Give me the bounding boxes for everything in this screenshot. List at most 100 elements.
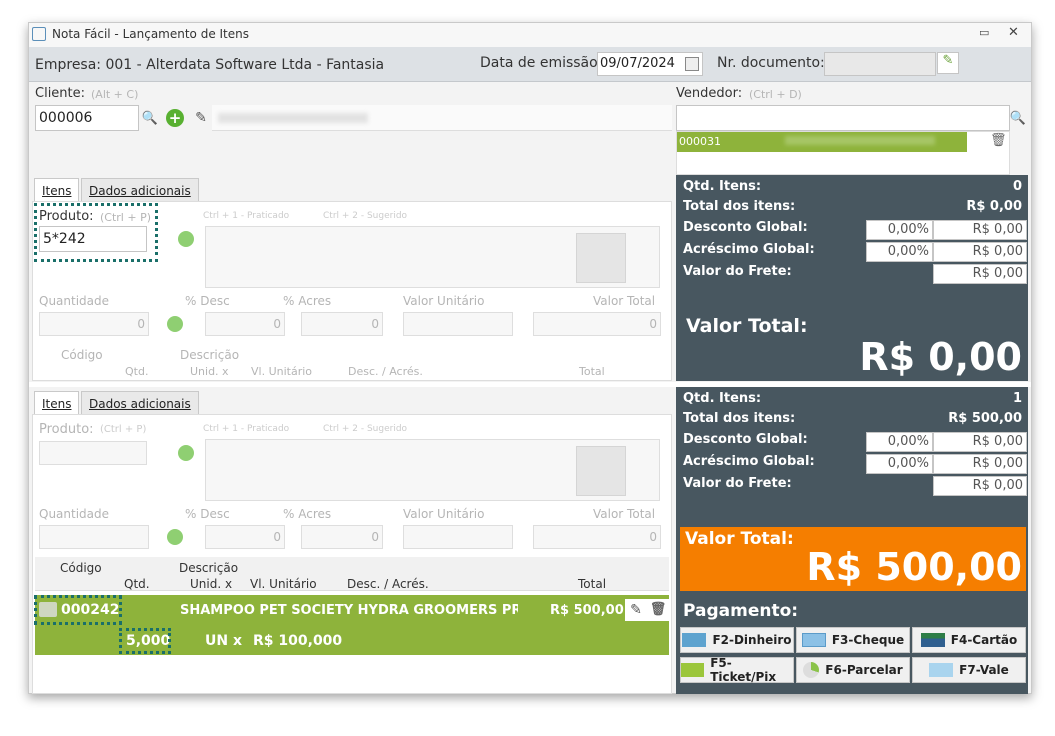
- client-label: Cliente:: [35, 86, 86, 101]
- surcharge-field-2[interactable]: 0: [301, 525, 383, 549]
- add-product-icon-2[interactable]: [178, 445, 194, 461]
- seller-code: 000031: [679, 135, 721, 148]
- emission-date-label: Data de emissão:: [480, 55, 603, 71]
- ticket-icon: [681, 663, 705, 677]
- global-surcharge-value-2[interactable]: R$ 0,00: [933, 454, 1027, 474]
- installments-icon: [803, 662, 820, 678]
- global-surcharge-value[interactable]: R$ 0,00: [933, 242, 1027, 262]
- client-shortcut: (Alt + C): [91, 88, 139, 101]
- total-value-field: 0: [533, 312, 661, 336]
- tab-itens[interactable]: Itens: [34, 178, 80, 203]
- seller-list: 000031 🗑: [676, 131, 1010, 175]
- global-surcharge-percent[interactable]: 0,00%: [866, 242, 933, 262]
- item-unit: UN x: [205, 633, 242, 649]
- discount-label: % Desc: [185, 294, 230, 308]
- emission-date-field[interactable]: 09/07/2024: [597, 52, 703, 76]
- seller-delete-icon[interactable]: 🗑: [990, 133, 1007, 148]
- edit-document-icon[interactable]: ✎: [937, 52, 959, 74]
- grid-col-total: Total: [579, 365, 605, 378]
- tab-dados-adicionais[interactable]: Dados adicionais: [81, 178, 199, 203]
- pay-cash-button[interactable]: F2-Dinheiro: [680, 627, 794, 653]
- freight-value-2[interactable]: R$ 0,00: [933, 476, 1027, 496]
- window-title: Nota Fácil - Lançamento de Itens: [52, 27, 250, 41]
- surcharge-field[interactable]: 0: [301, 312, 383, 336]
- grand-total-value-2: R$ 500,00: [806, 545, 1022, 589]
- pay-voucher-button[interactable]: F7-Vale: [912, 657, 1026, 683]
- items-grid-header: Código Qtd. Descrição Unid. x Vl. Unitár…: [35, 557, 669, 591]
- surcharge-label-2: % Acres: [283, 507, 332, 521]
- global-discount-value[interactable]: R$ 0,00: [933, 220, 1027, 240]
- global-discount-value-2[interactable]: R$ 0,00: [933, 432, 1027, 452]
- quantity-field[interactable]: 0: [39, 312, 149, 336]
- unit-value-field[interactable]: [403, 312, 513, 336]
- items-total-value: R$ 0,00: [966, 199, 1022, 214]
- title-bar: Nota Fácil - Lançamento de Itens ▭ ✕: [29, 23, 1031, 47]
- item-quantity-highlight: [119, 628, 171, 654]
- pay-installments-label: F6-Parcelar: [825, 663, 903, 677]
- pay-installments-button[interactable]: F6-Parcelar: [796, 657, 910, 683]
- close-icon[interactable]: ✕: [1008, 25, 1019, 40]
- emission-date-value: 09/07/2024: [600, 56, 675, 71]
- product-hint-2: Ctrl + 2 - Sugerido: [323, 211, 408, 221]
- total-value-2: 0: [649, 530, 657, 544]
- add-client-icon[interactable]: +: [166, 109, 184, 127]
- edit-item-icon[interactable]: ✎: [625, 599, 647, 621]
- restore-icon[interactable]: ▭: [979, 26, 989, 39]
- discount-field[interactable]: 0: [205, 312, 285, 336]
- quantity-field-2[interactable]: [39, 525, 149, 549]
- edit-client-icon[interactable]: ✎: [190, 107, 212, 129]
- client-code-input[interactable]: 000006: [35, 105, 139, 131]
- calendar-icon[interactable]: [685, 57, 699, 71]
- pay-ticket-button[interactable]: F5-Ticket/Pix: [680, 656, 794, 684]
- pay-ticket-label: F5-Ticket/Pix: [710, 656, 777, 684]
- grid-col-descricao-2: Descrição: [179, 561, 239, 575]
- total-value-field-2: 0: [533, 525, 661, 549]
- freight-value[interactable]: R$ 0,00: [933, 264, 1027, 284]
- seller-selected-row[interactable]: 000031: [677, 132, 967, 152]
- pay-voucher-label: F7-Vale: [959, 663, 1009, 677]
- discount-value: 0: [273, 317, 281, 331]
- tab-itens-2[interactable]: Itens: [34, 391, 80, 416]
- document-number-field[interactable]: [824, 52, 936, 76]
- discount-value-2: 0: [273, 530, 281, 544]
- table-row[interactable]: 000242 SHAMPOO PET SOCIETY HYDRA GROOMER…: [34, 595, 669, 655]
- pay-card-button[interactable]: F4-Cartão: [912, 627, 1026, 653]
- grid-col-vlunit-2: Vl. Unitário: [250, 577, 317, 591]
- pay-check-button[interactable]: F3-Cheque: [796, 627, 910, 653]
- discount-label-2: % Desc: [185, 507, 230, 521]
- card-icon: [920, 633, 945, 647]
- item-total: R$ 500,00: [550, 603, 624, 618]
- quantity-label-2: Quantidade: [39, 507, 110, 521]
- product-description-box-2: [205, 439, 660, 501]
- item-code-highlight: [34, 595, 122, 625]
- quantity-ok-icon[interactable]: [167, 316, 183, 332]
- seller-search-icon[interactable]: 🔍: [1007, 107, 1029, 129]
- freight-label: Valor do Frete:: [683, 264, 792, 279]
- items-total-label: Total dos itens:: [683, 199, 796, 214]
- main-window: Nota Fácil - Lançamento de Itens ▭ ✕ Emp…: [28, 22, 1032, 694]
- global-discount-percent[interactable]: 0,00%: [866, 220, 933, 240]
- discount-field-2[interactable]: 0: [205, 525, 285, 549]
- add-product-icon[interactable]: [178, 231, 194, 247]
- payment-title: Pagamento:: [683, 601, 799, 621]
- delete-item-icon[interactable]: 🗑: [647, 599, 669, 621]
- summary-panel-bottom: Qtd. Itens: 1 Total dos itens: R$ 500,00…: [676, 387, 1028, 694]
- summary-panel-top: Qtd. Itens: 0 Total dos itens: R$ 0,00 D…: [676, 175, 1028, 381]
- tab-dados-label-2: Dados adicionais: [89, 397, 191, 411]
- quantity-label: Quantidade: [39, 294, 110, 308]
- grand-total-label: Valor Total:: [686, 315, 808, 337]
- surcharge-label: % Acres: [283, 294, 332, 308]
- client-search-icon[interactable]: 🔍: [139, 107, 161, 129]
- global-discount-percent-2[interactable]: 0,00%: [866, 432, 933, 452]
- global-surcharge-percent-2[interactable]: 0,00%: [866, 454, 933, 474]
- grand-total-value: R$ 0,00: [859, 335, 1022, 379]
- product-input-2[interactable]: [39, 441, 147, 465]
- grid-col-vlunit: Vl. Unitário: [251, 365, 313, 378]
- unit-value-field-2[interactable]: [403, 525, 513, 549]
- seller-search-input[interactable]: [676, 105, 1010, 131]
- quantity-ok-icon-2[interactable]: [167, 529, 183, 545]
- tab-dados-adicionais-2[interactable]: Dados adicionais: [81, 391, 199, 416]
- grid-col-descacres-2: Desc. / Acrés.: [347, 577, 429, 591]
- tab-itens-label: Itens: [42, 184, 72, 198]
- client-name-field: [212, 105, 672, 131]
